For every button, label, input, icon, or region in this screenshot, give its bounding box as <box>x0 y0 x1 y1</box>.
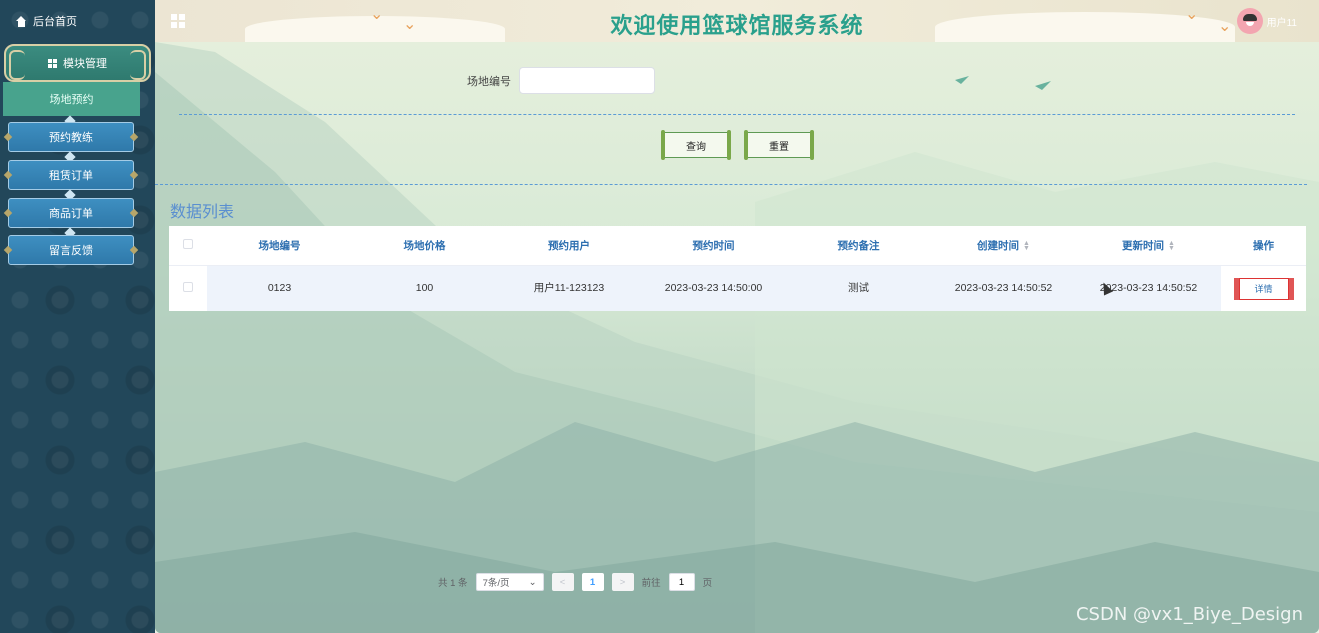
prev-page-button[interactable]: < <box>551 573 574 591</box>
home-icon <box>16 15 27 27</box>
list-title: 数据列表 <box>170 204 235 221</box>
column-header-label: 创建时间 <box>977 240 1020 252</box>
page-title: 欢迎使用篮球馆服务系统 <box>610 14 864 39</box>
page-suffix: 页 <box>702 578 713 589</box>
query-button[interactable]: 查询 <box>661 130 731 160</box>
user-menu[interactable]: 用户11 <box>1236 8 1297 34</box>
data-table: 场地编号 场地价格 预约用户 预约时间 预约备注 创建时间 ▲ ▼ 更新时间 ▲ ▼ 操… <box>169 226 1306 311</box>
page-size-value: 7条/页 <box>482 578 510 589</box>
sidebar-module-management[interactable]: 模块管理 <box>4 44 151 82</box>
table-header-row: 场地编号 场地价格 预约用户 预约时间 预约备注 创建时间 ▲ ▼ 更新时间 ▲ ▼ 操… <box>169 226 1306 266</box>
sort-icon[interactable]: ▲ ▼ <box>1023 240 1030 252</box>
sidebar: 后台首页 模块管理 场地预约 预约教练 租赁订单 商品订单 留言反馈 <box>0 0 155 633</box>
detail-button[interactable]: 详情 <box>1233 277 1294 300</box>
sidebar-home-label: 后台首页 <box>33 16 77 28</box>
watermark: CSDN @vx1_Biye_Design <box>1075 604 1303 625</box>
main-content: 场地编号 查询 重置 数据列表 场地编号 场地价格 预约用户 预约时间 预约备注… <box>155 42 1319 633</box>
reset-button[interactable]: 重置 <box>744 130 814 160</box>
sidebar-item-feedback[interactable]: 留言反馈 <box>8 235 134 265</box>
column-header: 操作 <box>1253 240 1274 252</box>
column-header: 预约备注 <box>837 240 880 252</box>
sidebar-item-coach-booking[interactable]: 预约教练 <box>8 122 134 152</box>
cell-booking-time: 2023-03-23 14:50:00 <box>641 266 786 311</box>
divider <box>155 184 1307 185</box>
cell-price: 100 <box>352 266 497 311</box>
pagination-total: 共 1 条 <box>438 578 468 589</box>
sidebar-item-product-orders[interactable]: 商品订单 <box>8 198 134 228</box>
venue-no-input[interactable] <box>519 67 655 94</box>
column-header-sortable[interactable]: 创建时间 ▲ ▼ <box>931 238 1076 253</box>
top-header: ⌄ ⌄ ⌄ ⌄ 欢迎使用篮球馆服务系统 用户11 <box>155 0 1319 42</box>
column-header-sortable[interactable]: 更新时间 ▲ ▼ <box>1076 238 1221 253</box>
next-page-button[interactable]: > <box>611 573 634 591</box>
pagination: 共 1 条 7条/页 ⌄ < 1 > 前往 页 <box>438 573 712 591</box>
username: 用户11 <box>1266 17 1297 29</box>
cell-user: 用户11-123123 <box>497 266 641 311</box>
avatar[interactable] <box>1236 8 1263 34</box>
cell-venue-no: 0123 <box>207 266 352 311</box>
column-header: 场地价格 <box>403 240 446 252</box>
divider <box>179 114 1295 115</box>
goto-page-input[interactable] <box>668 573 695 591</box>
cell-note: 测试 <box>786 266 931 311</box>
chevron-down-icon: ⌄ <box>528 576 537 588</box>
mountain-background <box>155 42 1319 633</box>
sidebar-home-link[interactable]: 后台首页 <box>0 0 155 42</box>
sidebar-module-label: 模块管理 <box>63 58 107 70</box>
sidebar-item-venue-booking[interactable]: 场地预约 <box>3 82 140 116</box>
grid-icon <box>48 58 57 68</box>
page-number-current[interactable]: 1 <box>581 573 604 591</box>
page-size-select[interactable]: 7条/页 ⌄ <box>475 573 544 591</box>
column-header: 预约时间 <box>692 240 735 252</box>
table-row: 0123 100 用户11-123123 2023-03-23 14:50:00… <box>169 266 1306 311</box>
sort-icon[interactable]: ▲ ▼ <box>1168 240 1175 252</box>
cell-updated: 2023-03-23 14:50:52 <box>1076 266 1221 311</box>
row-checkbox[interactable] <box>183 282 193 292</box>
goto-label: 前往 <box>641 578 661 589</box>
column-header-label: 更新时间 <box>1122 240 1165 252</box>
sidebar-item-rental-orders[interactable]: 租赁订单 <box>8 160 134 190</box>
column-header: 场地编号 <box>258 240 301 252</box>
column-header: 预约用户 <box>548 240 590 252</box>
venue-no-label: 场地编号 <box>467 76 511 88</box>
cell-created: 2023-03-23 14:50:52 <box>931 266 1076 311</box>
select-all-checkbox[interactable] <box>183 239 193 249</box>
